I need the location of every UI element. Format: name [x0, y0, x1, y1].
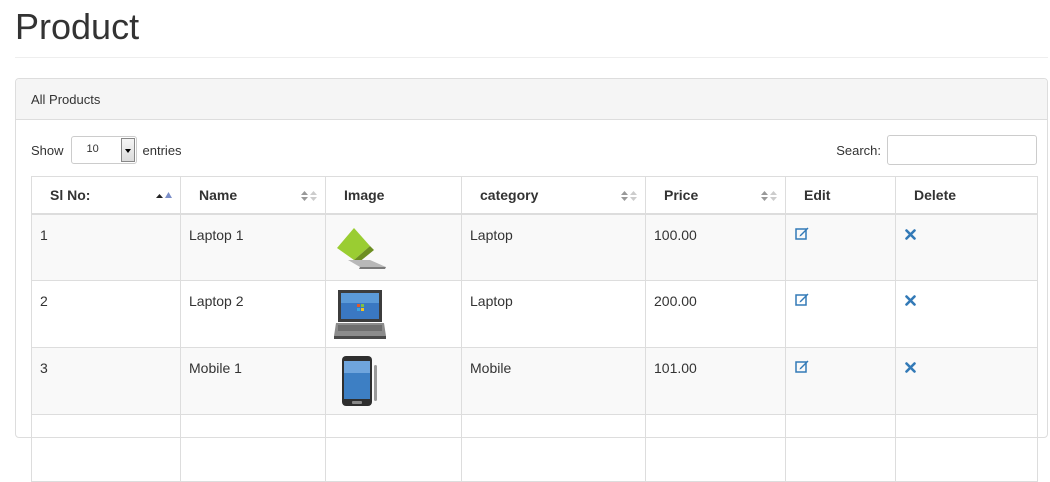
cell-category: Laptop — [461, 213, 646, 281]
table-header-row: Sl No: Name Image category Price Edit De… — [31, 176, 1038, 215]
sort-ascending-icon — [156, 192, 172, 198]
cell-delete — [895, 280, 1038, 348]
entries-length-select[interactable]: 10 — [70, 136, 137, 164]
delete-icon[interactable] — [905, 295, 916, 306]
sort-icon — [301, 191, 317, 201]
cell-image — [325, 213, 462, 281]
column-header-image: Image — [325, 176, 462, 215]
green-laptop-image — [337, 227, 386, 269]
products-table: Sl No: Name Image category Price Edit De… — [31, 176, 1038, 482]
table-row: 2 Laptop 2 Laptop 200.00 — [31, 280, 1038, 348]
cell-category: Mobile — [461, 347, 646, 415]
cell-sl-no: 3 — [31, 347, 181, 415]
table-row: 1 Laptop 1 Laptop 100.00 — [31, 213, 1038, 281]
column-header-label: Image — [344, 186, 385, 203]
column-header-category[interactable]: category — [461, 176, 646, 215]
column-header-label: Price — [664, 186, 699, 203]
windows-laptop-image — [334, 290, 386, 339]
page-header: Product — [15, 0, 1048, 58]
cell-price: 100.00 — [645, 213, 786, 281]
sort-icon — [761, 191, 777, 201]
column-header-label: Name — [199, 186, 238, 203]
column-header-price[interactable]: Price — [645, 176, 786, 215]
cell-edit — [785, 347, 896, 415]
entries-length-control: Show 10 entries — [31, 135, 182, 165]
table-row: 3 Mobile 1 Mobile 101.00 — [31, 347, 1038, 415]
cell-edit — [785, 213, 896, 281]
search-label: Search: — [836, 142, 881, 158]
sort-icon — [621, 191, 637, 201]
products-panel: All Products Show 10 entries Search: Sl … — [15, 78, 1048, 482]
entries-length-value: 10 — [86, 143, 99, 155]
column-header-label: Delete — [914, 186, 957, 203]
column-header-label: category — [480, 186, 539, 203]
edit-icon[interactable] — [795, 227, 809, 240]
column-header-delete: Delete — [895, 176, 1038, 215]
cell-delete — [895, 213, 1038, 281]
column-header-sl-no[interactable]: Sl No: — [31, 176, 181, 215]
cell-image — [325, 280, 462, 348]
cell-price: 101.00 — [645, 347, 786, 415]
smartphone-image — [342, 356, 377, 406]
edit-icon[interactable] — [795, 360, 809, 373]
show-label: Show — [31, 142, 64, 158]
column-header-name[interactable]: Name — [180, 176, 326, 215]
column-header-label: Sl No: — [50, 186, 91, 203]
panel-heading: All Products — [16, 79, 1047, 120]
cell-delete — [895, 347, 1038, 415]
cell-image — [325, 347, 462, 415]
cell-name: Laptop 1 — [180, 213, 326, 281]
column-header-edit: Edit — [785, 176, 896, 215]
cell-price: 200.00 — [645, 280, 786, 348]
column-header-label: Edit — [804, 186, 831, 203]
cell-sl-no: 1 — [31, 213, 181, 281]
cell-edit — [785, 280, 896, 348]
chevron-down-icon[interactable] — [120, 138, 135, 162]
search-input[interactable] — [887, 135, 1037, 165]
cell-name: Mobile 1 — [180, 347, 326, 415]
cell-category: Laptop — [461, 280, 646, 348]
entries-label: entries — [142, 142, 182, 158]
delete-icon[interactable] — [905, 228, 916, 240]
edit-icon[interactable] — [795, 293, 809, 306]
delete-icon[interactable] — [905, 362, 916, 373]
cell-sl-no: 2 — [31, 280, 181, 348]
page-title: Product — [15, 6, 140, 47]
search-control: Search: — [836, 135, 1037, 165]
cell-name: Laptop 2 — [180, 280, 326, 348]
